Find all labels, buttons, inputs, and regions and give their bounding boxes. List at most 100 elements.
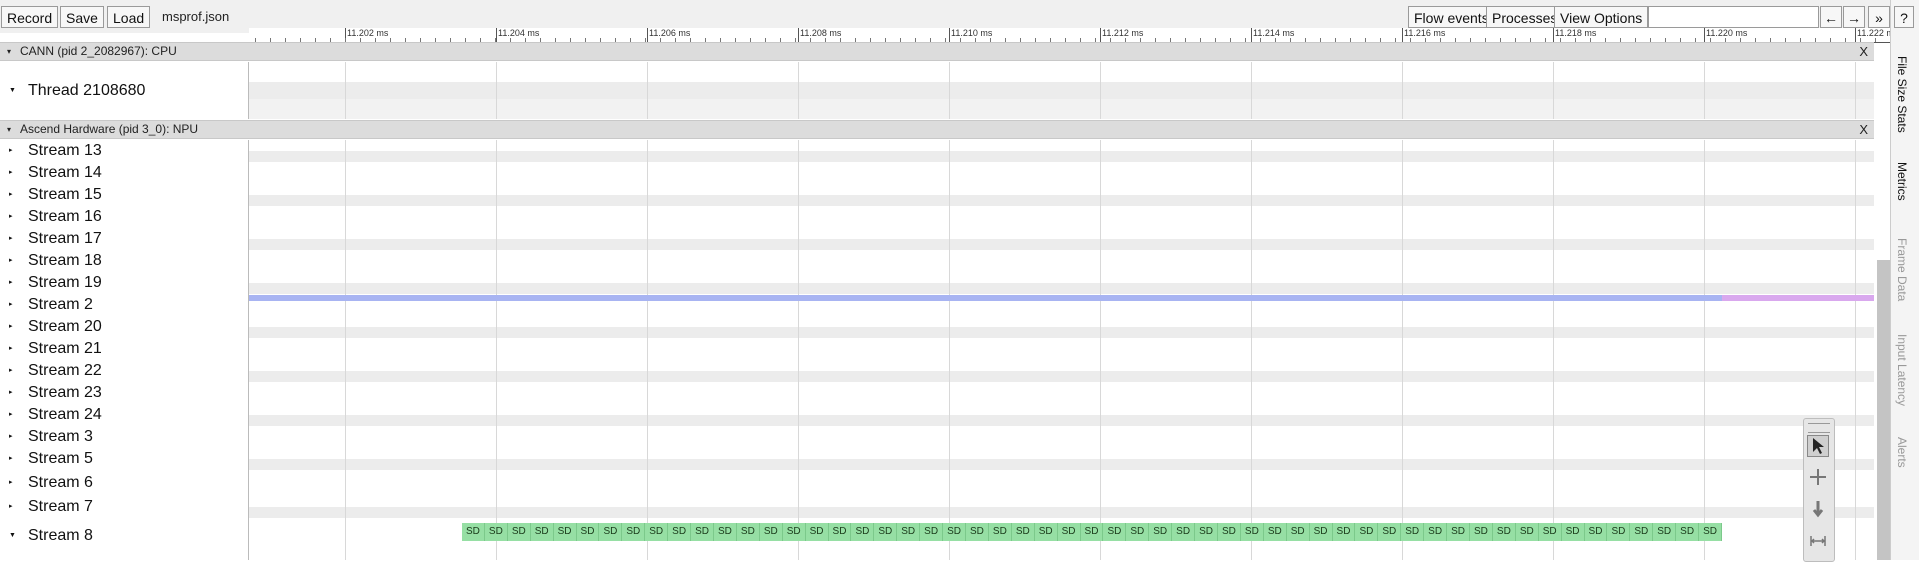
stream8-slice[interactable]: SD (714, 523, 737, 541)
stream8-slice[interactable]: SD (943, 523, 966, 541)
stream-row-label[interactable]: ▸ Stream 2 (0, 294, 248, 316)
save-button[interactable]: Save (60, 6, 104, 28)
collapsed-icon[interactable]: ▸ (9, 184, 13, 206)
tab-frame-data[interactable]: Frame Data (1895, 238, 1909, 301)
stream8-slice[interactable]: SD (1401, 523, 1425, 541)
stream8-slice[interactable]: SD (1630, 523, 1654, 541)
collapsed-icon[interactable]: ▸ (9, 140, 13, 162)
collapsed-icon[interactable]: ▸ (9, 426, 13, 448)
stream8-slice[interactable]: SD (599, 523, 623, 541)
stream8-slice[interactable]: SD (759, 523, 783, 541)
collapsed-icon[interactable]: ▸ (9, 228, 13, 250)
stream8-slice[interactable]: SD (553, 523, 577, 541)
process-header-cann[interactable]: ▾ CANN (pid 2_2082967): CPU X (0, 42, 1874, 61)
stream8-slice[interactable]: SD (622, 523, 646, 541)
stream8-slice[interactable]: SD (576, 523, 600, 541)
stream8-slice[interactable]: SD (988, 523, 1012, 541)
stream-row-label[interactable]: ▸ Stream 7 (0, 496, 248, 518)
tab-file-size-stats[interactable]: File Size Stats (1895, 56, 1909, 133)
help-button[interactable]: ? (1894, 6, 1914, 28)
stream-row-label[interactable]: ▸ Stream 5 (0, 448, 248, 470)
stream8-slice[interactable]: SD (1126, 523, 1150, 541)
stream8-slice[interactable]: SD (874, 523, 898, 541)
find-previous-button[interactable]: ← (1820, 6, 1842, 28)
stream-row-label[interactable]: ▸ Stream 3 (0, 426, 248, 448)
thread-row-label[interactable]: ▼ Thread 2108680 (0, 80, 248, 102)
collapsed-icon[interactable]: ▸ (9, 272, 13, 294)
search-input[interactable] (1648, 6, 1819, 28)
stream8-slice[interactable]: SD (1332, 523, 1356, 541)
collapsed-icon[interactable]: ▸ (9, 472, 13, 494)
stream8-slice[interactable]: SD (1103, 523, 1127, 541)
stream2-slice-blue[interactable] (249, 295, 1722, 301)
stream-row-label[interactable]: ▼ Stream 8 (0, 525, 248, 547)
stream8-slice[interactable]: SD (1561, 523, 1585, 541)
stream8-slice[interactable]: SD (805, 523, 829, 541)
stream8-slice[interactable]: SD (1515, 523, 1539, 541)
stream8-slice[interactable]: SD (1218, 523, 1241, 541)
stream8-slice[interactable]: SD (828, 523, 852, 541)
flow-events-button[interactable]: Flow events (1408, 6, 1495, 28)
collapsed-icon[interactable]: ▸ (9, 404, 13, 426)
stream8-slice[interactable]: SD (966, 523, 989, 541)
stream8-slice[interactable]: SD (668, 523, 692, 541)
collapsed-icon[interactable]: ▸ (9, 162, 13, 184)
stream8-slice[interactable]: SD (1699, 523, 1722, 541)
stream-row-label[interactable]: ▸ Stream 22 (0, 360, 248, 382)
stream8-slice[interactable]: SD (1653, 523, 1677, 541)
stream-row-label[interactable]: ▸ Stream 23 (0, 382, 248, 404)
stream-row-label[interactable]: ▸ Stream 6 (0, 472, 248, 494)
stream8-slice[interactable]: SD (1538, 523, 1562, 541)
stream-row-label[interactable]: ▸ Stream 13 (0, 140, 248, 162)
stream8-slice[interactable]: SD (1309, 523, 1333, 541)
close-icon[interactable]: X (1859, 43, 1868, 60)
time-ruler[interactable]: 11.202 ms 11.204 ms 11.206 ms 11.208 ms 11.2… (249, 28, 1898, 43)
stream-row-label[interactable]: ▸ Stream 14 (0, 162, 248, 184)
view-options-button[interactable]: View Options (1554, 6, 1649, 28)
stream8-slice[interactable]: SD (897, 523, 921, 541)
collapsed-icon[interactable]: ▸ (9, 316, 13, 338)
stream8-slice[interactable]: SD (736, 523, 760, 541)
collapsed-icon[interactable]: ▸ (9, 294, 13, 316)
stream8-slice[interactable]: SD (920, 523, 944, 541)
processes-button[interactable]: Processes (1486, 6, 1564, 28)
stream8-slice[interactable]: SD (1607, 523, 1631, 541)
collapsed-icon[interactable]: ▸ (9, 448, 13, 470)
collapsed-icon[interactable]: ▸ (9, 496, 13, 518)
stream8-slice[interactable]: SD (1378, 523, 1402, 541)
stream8-slice[interactable]: SD (691, 523, 714, 541)
find-more-button[interactable]: » (1868, 6, 1890, 28)
stream2-slice-purple[interactable] (1722, 295, 1874, 301)
stream-row-label[interactable]: ▸ Stream 20 (0, 316, 248, 338)
stream8-slice[interactable]: SD (1080, 523, 1104, 541)
stream8-slice[interactable]: SD (782, 523, 806, 541)
load-button[interactable]: Load (107, 6, 151, 28)
drag-handle[interactable] (1808, 423, 1830, 433)
stream8-slice[interactable]: SD (1263, 523, 1287, 541)
stream8-slice[interactable]: SD (1492, 523, 1516, 541)
stream8-slice[interactable]: SD (1584, 523, 1608, 541)
stream8-slice[interactable]: SD (484, 523, 508, 541)
vertical-scrollbar[interactable] (1877, 260, 1890, 560)
stream8-slice[interactable]: SD (1286, 523, 1310, 541)
collapsed-icon[interactable]: ▸ (9, 382, 13, 404)
stream-row-label[interactable]: ▸ Stream 24 (0, 404, 248, 426)
collapsed-icon[interactable]: ▸ (9, 206, 13, 228)
cpu-track-area[interactable] (249, 62, 1874, 119)
stream8-slice[interactable]: SD (1172, 523, 1196, 541)
close-icon[interactable]: X (1859, 121, 1868, 138)
stream8-slice[interactable]: SD (1034, 523, 1058, 541)
timing-icon[interactable] (1807, 531, 1829, 553)
selection-icon[interactable] (1807, 435, 1829, 457)
stream8-slice[interactable]: SD (1470, 523, 1493, 541)
record-button[interactable]: Record (1, 6, 59, 28)
stream8-slice[interactable]: SD (1149, 523, 1173, 541)
expand-icon[interactable]: ▼ (9, 80, 16, 102)
tab-metrics[interactable]: Metrics (1895, 162, 1909, 201)
process-header-ascend[interactable]: ▾ Ascend Hardware (pid 3_0): NPU X (0, 120, 1874, 139)
collapse-icon[interactable]: ▾ (7, 43, 11, 60)
stream8-slice[interactable]: SD (1011, 523, 1035, 541)
stream-row-label[interactable]: ▸ Stream 16 (0, 206, 248, 228)
stream-row-label[interactable]: ▸ Stream 15 (0, 184, 248, 206)
stream8-slice[interactable]: SD (645, 523, 669, 541)
